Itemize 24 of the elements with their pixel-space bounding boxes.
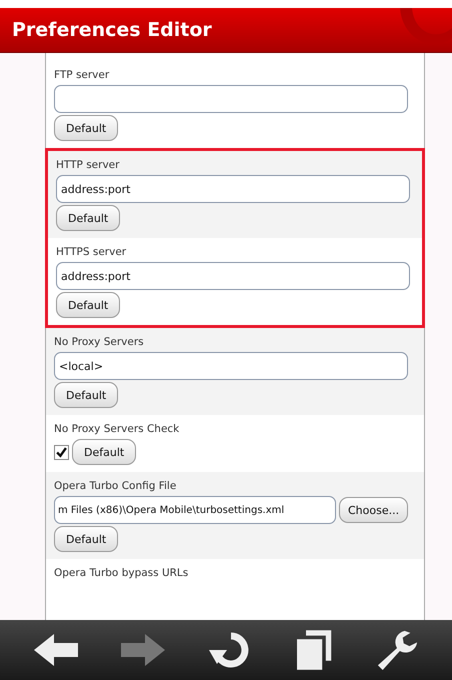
input-field[interactable]: <local> [54, 352, 408, 380]
default-button[interactable]: Default [56, 205, 120, 231]
file-path-field[interactable]: m Files (x86)\Opera Mobile\turbosettings.xml [54, 496, 336, 524]
choose-button[interactable]: Choose... [339, 497, 408, 523]
setting-label: Opera Turbo Config File [54, 479, 176, 494]
default-button[interactable]: Default [72, 439, 136, 465]
default-button[interactable]: Default [56, 292, 120, 318]
setting-label: HTTPS server [56, 245, 126, 260]
tabs-icon[interactable] [296, 629, 333, 671]
setting-label: No Proxy Servers Check [54, 422, 180, 437]
default-button[interactable]: Default [54, 115, 118, 141]
default-button[interactable]: Default [54, 382, 118, 408]
input-field[interactable]: address:port [56, 175, 410, 203]
default-button[interactable]: Default [54, 526, 118, 552]
setting-label: HTTP server [56, 158, 120, 173]
window-title: Preferences Editor [11, 19, 212, 41]
checkbox[interactable] [54, 444, 69, 460]
setting-label: No Proxy Servers [54, 335, 144, 350]
wrench-icon[interactable] [376, 629, 418, 671]
input-field[interactable] [54, 85, 408, 113]
setting-label: FTP server [54, 68, 110, 83]
setting-label: Opera Turbo bypass URLs [54, 566, 188, 581]
back-icon[interactable] [34, 632, 78, 668]
input-field[interactable]: address:port [56, 262, 410, 290]
